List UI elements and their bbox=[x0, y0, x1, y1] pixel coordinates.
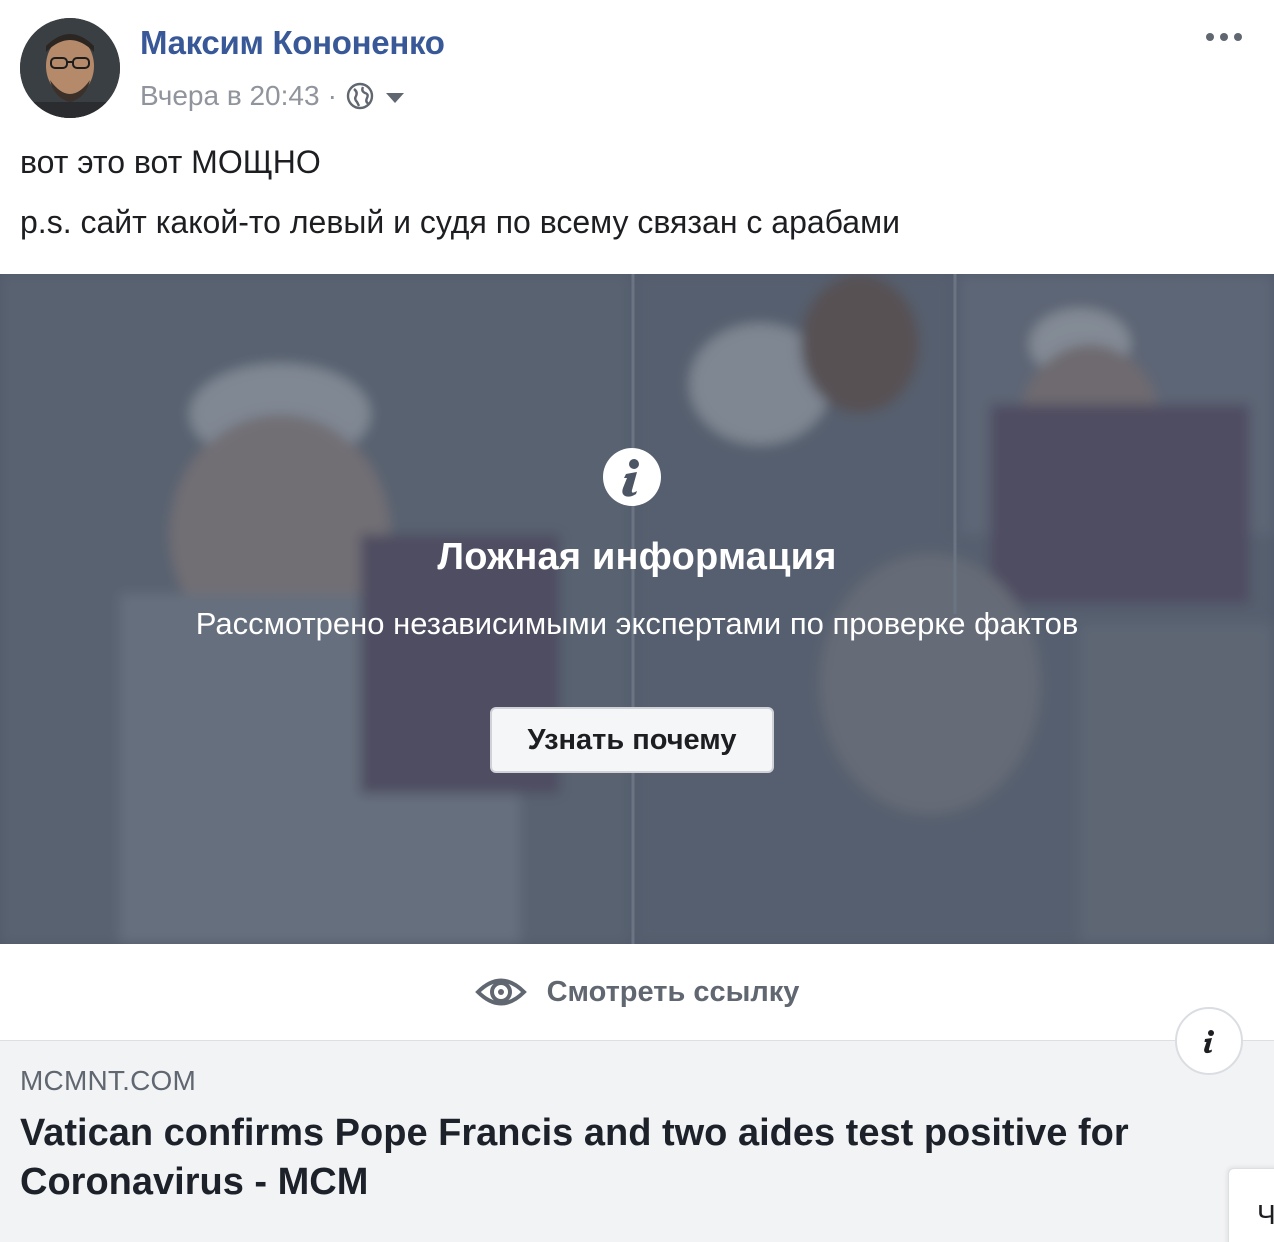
link-info-button[interactable] bbox=[1175, 1007, 1243, 1075]
more-dot bbox=[1206, 33, 1214, 41]
post-meta: Вчера в 20:43 · bbox=[140, 76, 407, 116]
post-text: вот это вот МОЩНО p.s. сайт какой-то лев… bbox=[20, 142, 1250, 262]
link-preview-card[interactable]: MCMNT.COM Vatican confirms Pope Francis … bbox=[0, 1040, 1274, 1242]
author-name-link[interactable]: Максим Кононенко bbox=[140, 24, 445, 62]
meta-separator: · bbox=[327, 80, 337, 111]
link-headline[interactable]: Vatican confirms Pope Francis and two ai… bbox=[20, 1109, 1220, 1207]
info-icon bbox=[1204, 1030, 1214, 1054]
post-header: Максим Кононенко Вчера в 20:43 · bbox=[0, 0, 1274, 130]
false-information-title: Ложная информация bbox=[437, 536, 837, 578]
see-link-label: Смотреть ссылку bbox=[546, 975, 800, 1008]
chat-side-tab-label: Ч bbox=[1257, 1199, 1274, 1230]
learn-why-button[interactable]: Узнать почему bbox=[490, 707, 774, 773]
fact-check-subtitle: Рассмотрено независимыми экспертами по п… bbox=[195, 606, 1079, 641]
timestamp-link[interactable]: Вчера в 20:43 bbox=[140, 80, 320, 112]
avatar[interactable] bbox=[20, 18, 120, 118]
post-text-line: вот это вот МОЩНО bbox=[20, 144, 321, 180]
info-icon bbox=[603, 448, 661, 506]
see-link-button[interactable]: Смотреть ссылку bbox=[0, 944, 1274, 1040]
more-dot bbox=[1220, 33, 1228, 41]
post-text-line: p.s. сайт какой-то левый и судя по всему… bbox=[20, 204, 900, 240]
chat-side-tab[interactable]: Ч bbox=[1228, 1168, 1274, 1242]
audience-chevron-down-icon[interactable] bbox=[383, 84, 407, 108]
more-options-icon[interactable] bbox=[1202, 22, 1246, 52]
globe-icon[interactable] bbox=[345, 81, 375, 111]
eye-icon bbox=[474, 975, 527, 1009]
avatar-photo bbox=[20, 18, 120, 118]
link-domain: MCMNT.COM bbox=[20, 1065, 196, 1096]
more-dot bbox=[1234, 33, 1242, 41]
